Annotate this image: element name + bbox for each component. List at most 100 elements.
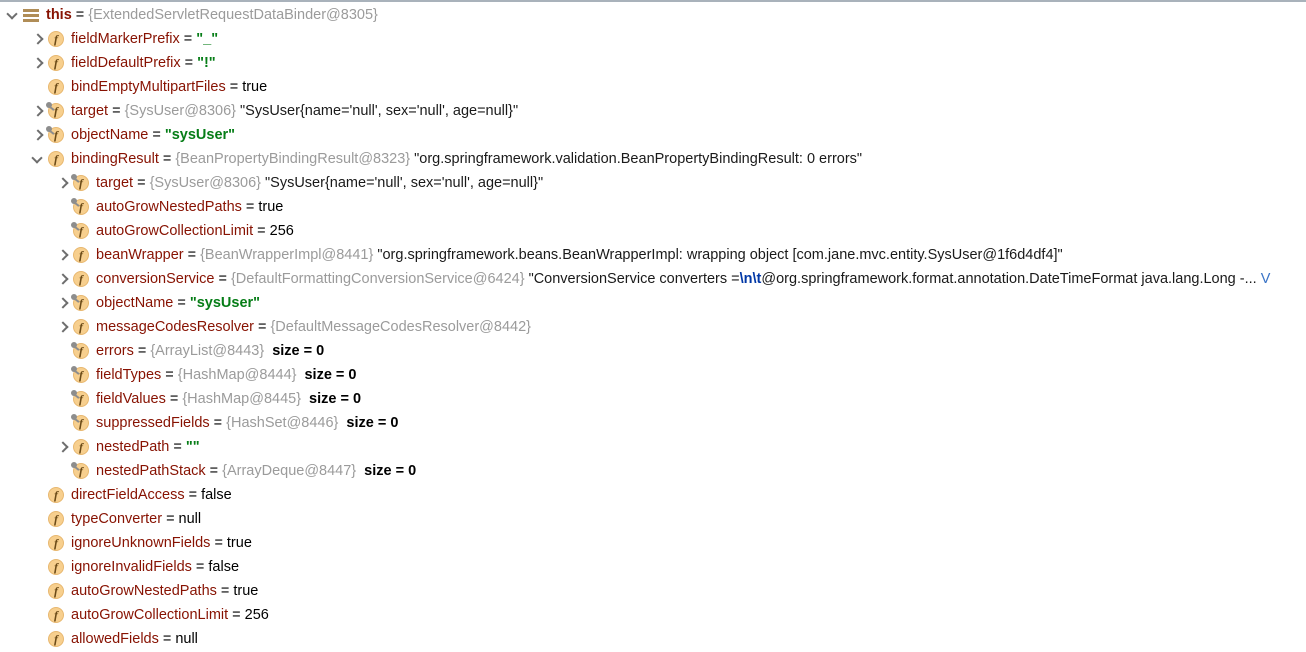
variable-name: typeConverter — [71, 511, 163, 527]
variable-row[interactable]: f bindEmptyMultipartFiles = true — [0, 75, 1306, 99]
variable-row[interactable]: f nestedPathStack = {ArrayDeque@8447} size =… — [0, 459, 1306, 483]
variable-name: target — [96, 175, 134, 191]
tostring-value: "SysUser{name='null', sex='null', age=nu… — [240, 103, 519, 119]
field-icon: f — [46, 51, 67, 75]
expander-placeholder — [55, 459, 71, 483]
variable-row[interactable]: f beanWrapper = {BeanWrapperImpl@8441} "org.… — [0, 243, 1306, 267]
chevron-right-icon[interactable] — [55, 171, 71, 195]
field-icon: f — [46, 579, 67, 603]
variable-row[interactable]: f target = {SysUser@8306} "SysUser{name='nul… — [0, 171, 1306, 195]
variable-name: fieldMarkerPrefix — [71, 31, 180, 47]
chevron-right-icon[interactable] — [30, 99, 46, 123]
variable-row[interactable]: f objectName = "sysUser" — [0, 123, 1306, 147]
variable-row[interactable]: f autoGrowNestedPaths = true — [0, 195, 1306, 219]
variable-name: messageCodesResolver — [96, 319, 254, 335]
expander-placeholder — [55, 195, 71, 219]
field-final-icon: f — [71, 195, 92, 219]
variable-row[interactable]: this = {ExtendedServletRequestDataBinder@8… — [0, 3, 1306, 27]
equals-sign: = — [187, 247, 197, 263]
variable-row[interactable]: f suppressedFields = {HashSet@8446} size = 0 — [0, 411, 1306, 435]
variable-row[interactable]: f typeConverter = null — [0, 507, 1306, 531]
chevron-right-icon[interactable] — [55, 243, 71, 267]
field-final-icon: f — [71, 411, 92, 435]
variable-row[interactable]: f objectName = "sysUser" — [0, 291, 1306, 315]
variable-name: objectName — [71, 127, 149, 143]
chevron-right-icon[interactable] — [55, 435, 71, 459]
variable-row[interactable]: f bindingResult = {BeanPropertyBindingResul… — [0, 147, 1306, 171]
chevron-right-icon[interactable] — [55, 315, 71, 339]
variable-row[interactable]: f autoGrowCollectionLimit = 256 — [0, 219, 1306, 243]
chevron-right-icon[interactable] — [30, 27, 46, 51]
primitive-value: true — [258, 199, 284, 215]
type-reference: {ExtendedServletRequestDataBinder@8305} — [88, 7, 378, 23]
field-icon: f — [46, 27, 67, 51]
chevron-right-icon[interactable] — [30, 51, 46, 75]
variable-row[interactable]: f autoGrowNestedPaths = true — [0, 579, 1306, 603]
equals-sign: = — [75, 7, 85, 23]
variable-name: errors — [96, 343, 134, 359]
variable-name: allowedFields — [71, 631, 159, 647]
primitive-value: 256 — [269, 223, 294, 239]
expander-placeholder — [30, 627, 46, 651]
variable-row[interactable]: f ignoreInvalidFields = false — [0, 555, 1306, 579]
field-final-icon: f — [71, 339, 92, 363]
view-link[interactable]: V — [1261, 267, 1271, 291]
variable-row[interactable]: f directFieldAccess = false — [0, 483, 1306, 507]
chevron-right-icon[interactable] — [30, 123, 46, 147]
primitive-value: null — [178, 511, 202, 527]
equals-sign: = — [232, 607, 241, 623]
field-final-icon: f — [71, 363, 92, 387]
chevron-down-icon[interactable] — [5, 3, 21, 27]
type-reference: {ArrayList@8443} — [150, 343, 265, 359]
variable-row[interactable]: f target = {SysUser@8306} "SysUser{name='nul… — [0, 99, 1306, 123]
variable-row[interactable]: f fieldDefaultPrefix = "!" — [0, 51, 1306, 75]
field-icon: f — [46, 531, 67, 555]
variable-name: directFieldAccess — [71, 487, 185, 503]
field-final-icon: f — [46, 99, 67, 123]
variable-name: nestedPathStack — [96, 463, 206, 479]
equals-sign: = — [162, 631, 172, 647]
variable-row[interactable]: f messageCodesResolver = {DefaultMessageCod… — [0, 315, 1306, 339]
equals-sign: = — [209, 463, 219, 479]
string-value: "!" — [197, 55, 216, 71]
variable-name: autoGrowCollectionLimit — [71, 607, 229, 623]
chevron-right-icon[interactable] — [55, 291, 71, 315]
variable-row[interactable]: f nestedPath = "" — [0, 435, 1306, 459]
tostring-value: "org.springframework.beans.BeanWrapperIm… — [377, 247, 1063, 263]
equals-sign: = — [220, 583, 230, 599]
variable-row[interactable]: f fieldTypes = {HashMap@8444} size = 0 — [0, 363, 1306, 387]
variable-name: fieldValues — [96, 391, 166, 407]
field-icon: f — [46, 627, 67, 651]
expander-placeholder — [30, 579, 46, 603]
variable-row[interactable]: f fieldValues = {HashMap@8445} size = 0 — [0, 387, 1306, 411]
variables-tree[interactable]: this = {ExtendedServletRequestDataBinder@8… — [0, 3, 1306, 651]
variable-row[interactable]: f autoGrowCollectionLimit = 256 — [0, 603, 1306, 627]
variable-name: target — [71, 103, 109, 119]
field-icon: f — [71, 243, 92, 267]
field-final-icon: f — [46, 123, 67, 147]
variable-row[interactable]: f ignoreUnknownFields = true — [0, 531, 1306, 555]
collection-size: size = 0 — [346, 415, 399, 431]
primitive-value: true — [242, 79, 268, 95]
field-final-icon: f — [71, 291, 92, 315]
collection-size: size = 0 — [304, 367, 357, 383]
equals-sign: = — [137, 175, 146, 191]
field-icon: f — [71, 435, 92, 459]
variable-name: autoGrowNestedPaths — [96, 199, 242, 215]
type-reference: {HashMap@8445} — [182, 391, 302, 407]
escape-sequence: \n\t — [739, 271, 762, 287]
variable-name: autoGrowCollectionLimit — [96, 223, 254, 239]
variable-name: suppressedFields — [96, 415, 210, 431]
variable-row[interactable]: f fieldMarkerPrefix = "_" — [0, 27, 1306, 51]
chevron-right-icon[interactable] — [55, 267, 71, 291]
chevron-down-icon[interactable] — [30, 147, 46, 171]
type-reference: {DefaultMessageCodesResolver@8442} — [270, 319, 532, 335]
variable-row[interactable]: f conversionService = {DefaultFormattingCon… — [0, 267, 1306, 291]
collection-size: size = 0 — [309, 391, 362, 407]
expander-placeholder — [30, 555, 46, 579]
field-final-icon: f — [71, 219, 92, 243]
expander-placeholder — [30, 531, 46, 555]
variable-row[interactable]: f errors = {ArrayList@8443} size = 0 — [0, 339, 1306, 363]
expander-placeholder — [55, 387, 71, 411]
variable-row[interactable]: f allowedFields = null — [0, 627, 1306, 651]
